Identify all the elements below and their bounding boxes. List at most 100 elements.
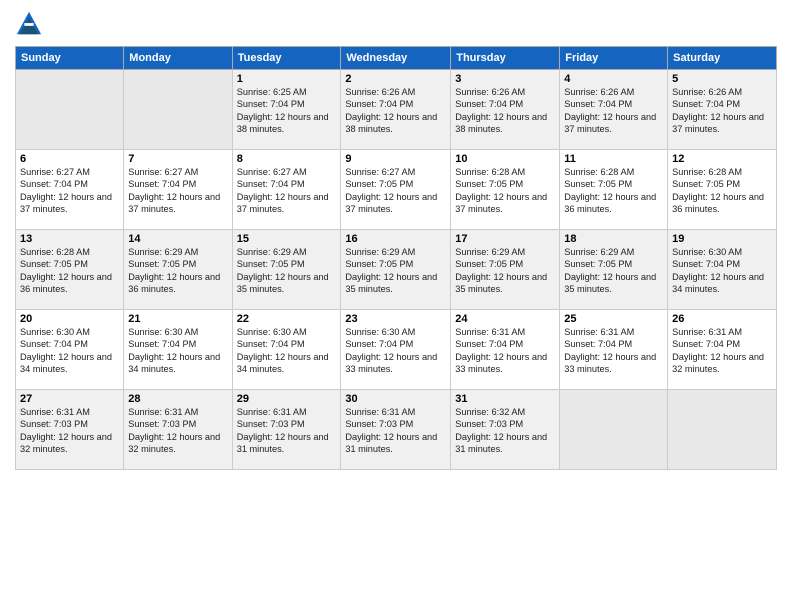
day-number: 23 — [345, 313, 446, 325]
calendar-cell — [560, 390, 668, 470]
day-info: Sunrise: 6:27 AM Sunset: 7:04 PM Dayligh… — [128, 166, 227, 216]
calendar-cell: 4Sunrise: 6:26 AM Sunset: 7:04 PM Daylig… — [560, 70, 668, 150]
calendar-cell: 22Sunrise: 6:30 AM Sunset: 7:04 PM Dayli… — [232, 310, 341, 390]
day-number: 1 — [237, 73, 337, 85]
calendar-week-row: 13Sunrise: 6:28 AM Sunset: 7:05 PM Dayli… — [16, 230, 777, 310]
calendar-cell — [124, 70, 232, 150]
day-info: Sunrise: 6:31 AM Sunset: 7:04 PM Dayligh… — [564, 326, 663, 376]
day-info: Sunrise: 6:27 AM Sunset: 7:04 PM Dayligh… — [237, 166, 337, 216]
day-number: 28 — [128, 393, 227, 405]
calendar-cell: 15Sunrise: 6:29 AM Sunset: 7:05 PM Dayli… — [232, 230, 341, 310]
calendar-day-header: Tuesday — [232, 47, 341, 70]
calendar-cell: 28Sunrise: 6:31 AM Sunset: 7:03 PM Dayli… — [124, 390, 232, 470]
day-number: 21 — [128, 313, 227, 325]
calendar-cell: 24Sunrise: 6:31 AM Sunset: 7:04 PM Dayli… — [451, 310, 560, 390]
day-info: Sunrise: 6:31 AM Sunset: 7:03 PM Dayligh… — [20, 406, 119, 456]
calendar-cell: 27Sunrise: 6:31 AM Sunset: 7:03 PM Dayli… — [16, 390, 124, 470]
calendar-cell: 2Sunrise: 6:26 AM Sunset: 7:04 PM Daylig… — [341, 70, 451, 150]
calendar-cell: 26Sunrise: 6:31 AM Sunset: 7:04 PM Dayli… — [668, 310, 777, 390]
calendar-cell: 7Sunrise: 6:27 AM Sunset: 7:04 PM Daylig… — [124, 150, 232, 230]
day-info: Sunrise: 6:30 AM Sunset: 7:04 PM Dayligh… — [345, 326, 446, 376]
calendar-cell: 5Sunrise: 6:26 AM Sunset: 7:04 PM Daylig… — [668, 70, 777, 150]
calendar-week-row: 6Sunrise: 6:27 AM Sunset: 7:04 PM Daylig… — [16, 150, 777, 230]
calendar-day-header: Saturday — [668, 47, 777, 70]
calendar-cell: 18Sunrise: 6:29 AM Sunset: 7:05 PM Dayli… — [560, 230, 668, 310]
day-number: 10 — [455, 153, 555, 165]
day-number: 11 — [564, 153, 663, 165]
day-info: Sunrise: 6:26 AM Sunset: 7:04 PM Dayligh… — [455, 86, 555, 136]
day-info: Sunrise: 6:31 AM Sunset: 7:03 PM Dayligh… — [345, 406, 446, 456]
day-number: 4 — [564, 73, 663, 85]
calendar-week-row: 27Sunrise: 6:31 AM Sunset: 7:03 PM Dayli… — [16, 390, 777, 470]
logo-icon — [15, 10, 43, 38]
calendar-week-row: 1Sunrise: 6:25 AM Sunset: 7:04 PM Daylig… — [16, 70, 777, 150]
calendar-cell: 20Sunrise: 6:30 AM Sunset: 7:04 PM Dayli… — [16, 310, 124, 390]
calendar-cell: 3Sunrise: 6:26 AM Sunset: 7:04 PM Daylig… — [451, 70, 560, 150]
day-number: 31 — [455, 393, 555, 405]
day-number: 3 — [455, 73, 555, 85]
calendar-cell: 30Sunrise: 6:31 AM Sunset: 7:03 PM Dayli… — [341, 390, 451, 470]
logo — [15, 10, 47, 38]
calendar-cell: 19Sunrise: 6:30 AM Sunset: 7:04 PM Dayli… — [668, 230, 777, 310]
day-number: 5 — [672, 73, 772, 85]
day-info: Sunrise: 6:26 AM Sunset: 7:04 PM Dayligh… — [345, 86, 446, 136]
day-number: 24 — [455, 313, 555, 325]
calendar-day-header: Wednesday — [341, 47, 451, 70]
day-number: 30 — [345, 393, 446, 405]
calendar-cell: 13Sunrise: 6:28 AM Sunset: 7:05 PM Dayli… — [16, 230, 124, 310]
day-number: 6 — [20, 153, 119, 165]
calendar-day-header: Sunday — [16, 47, 124, 70]
calendar-header-row: SundayMondayTuesdayWednesdayThursdayFrid… — [16, 47, 777, 70]
day-number: 18 — [564, 233, 663, 245]
day-info: Sunrise: 6:28 AM Sunset: 7:05 PM Dayligh… — [564, 166, 663, 216]
calendar-cell: 31Sunrise: 6:32 AM Sunset: 7:03 PM Dayli… — [451, 390, 560, 470]
calendar-cell: 14Sunrise: 6:29 AM Sunset: 7:05 PM Dayli… — [124, 230, 232, 310]
calendar-table: SundayMondayTuesdayWednesdayThursdayFrid… — [15, 46, 777, 470]
calendar-day-header: Monday — [124, 47, 232, 70]
day-number: 7 — [128, 153, 227, 165]
day-info: Sunrise: 6:28 AM Sunset: 7:05 PM Dayligh… — [20, 246, 119, 296]
day-info: Sunrise: 6:26 AM Sunset: 7:04 PM Dayligh… — [564, 86, 663, 136]
day-info: Sunrise: 6:28 AM Sunset: 7:05 PM Dayligh… — [455, 166, 555, 216]
calendar-cell: 17Sunrise: 6:29 AM Sunset: 7:05 PM Dayli… — [451, 230, 560, 310]
calendar-cell — [668, 390, 777, 470]
calendar-cell: 23Sunrise: 6:30 AM Sunset: 7:04 PM Dayli… — [341, 310, 451, 390]
day-number: 29 — [237, 393, 337, 405]
day-number: 16 — [345, 233, 446, 245]
day-info: Sunrise: 6:30 AM Sunset: 7:04 PM Dayligh… — [128, 326, 227, 376]
day-number: 20 — [20, 313, 119, 325]
day-number: 15 — [237, 233, 337, 245]
day-info: Sunrise: 6:30 AM Sunset: 7:04 PM Dayligh… — [20, 326, 119, 376]
day-info: Sunrise: 6:29 AM Sunset: 7:05 PM Dayligh… — [237, 246, 337, 296]
day-info: Sunrise: 6:31 AM Sunset: 7:04 PM Dayligh… — [455, 326, 555, 376]
calendar-cell: 6Sunrise: 6:27 AM Sunset: 7:04 PM Daylig… — [16, 150, 124, 230]
day-number: 22 — [237, 313, 337, 325]
day-info: Sunrise: 6:25 AM Sunset: 7:04 PM Dayligh… — [237, 86, 337, 136]
day-number: 2 — [345, 73, 446, 85]
day-number: 13 — [20, 233, 119, 245]
day-number: 9 — [345, 153, 446, 165]
day-info: Sunrise: 6:26 AM Sunset: 7:04 PM Dayligh… — [672, 86, 772, 136]
calendar-cell: 8Sunrise: 6:27 AM Sunset: 7:04 PM Daylig… — [232, 150, 341, 230]
calendar-cell: 10Sunrise: 6:28 AM Sunset: 7:05 PM Dayli… — [451, 150, 560, 230]
day-info: Sunrise: 6:31 AM Sunset: 7:03 PM Dayligh… — [237, 406, 337, 456]
day-info: Sunrise: 6:27 AM Sunset: 7:05 PM Dayligh… — [345, 166, 446, 216]
day-number: 27 — [20, 393, 119, 405]
day-info: Sunrise: 6:29 AM Sunset: 7:05 PM Dayligh… — [345, 246, 446, 296]
day-number: 12 — [672, 153, 772, 165]
day-info: Sunrise: 6:31 AM Sunset: 7:03 PM Dayligh… — [128, 406, 227, 456]
day-number: 8 — [237, 153, 337, 165]
day-info: Sunrise: 6:32 AM Sunset: 7:03 PM Dayligh… — [455, 406, 555, 456]
day-number: 19 — [672, 233, 772, 245]
day-info: Sunrise: 6:28 AM Sunset: 7:05 PM Dayligh… — [672, 166, 772, 216]
day-info: Sunrise: 6:27 AM Sunset: 7:04 PM Dayligh… — [20, 166, 119, 216]
calendar-cell: 16Sunrise: 6:29 AM Sunset: 7:05 PM Dayli… — [341, 230, 451, 310]
day-number: 26 — [672, 313, 772, 325]
calendar-cell: 12Sunrise: 6:28 AM Sunset: 7:05 PM Dayli… — [668, 150, 777, 230]
day-number: 14 — [128, 233, 227, 245]
day-number: 17 — [455, 233, 555, 245]
calendar-cell: 21Sunrise: 6:30 AM Sunset: 7:04 PM Dayli… — [124, 310, 232, 390]
day-info: Sunrise: 6:31 AM Sunset: 7:04 PM Dayligh… — [672, 326, 772, 376]
calendar-day-header: Friday — [560, 47, 668, 70]
calendar-cell: 11Sunrise: 6:28 AM Sunset: 7:05 PM Dayli… — [560, 150, 668, 230]
